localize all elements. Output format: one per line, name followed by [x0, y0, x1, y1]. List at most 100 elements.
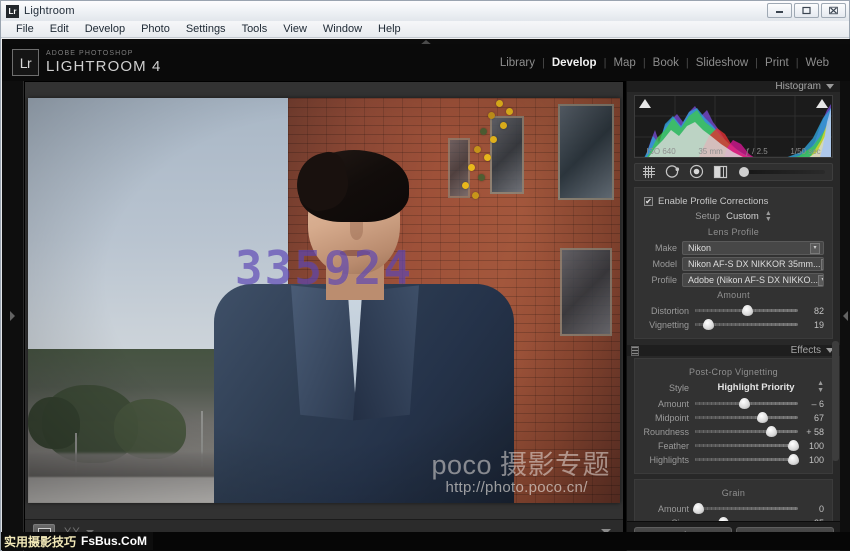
right-panel-collapse-toggle[interactable] — [840, 81, 850, 551]
setup-row[interactable]: Setup Custom ▲ ▼ — [635, 210, 832, 224]
image-content-area[interactable]: 335924 poco 摄影专题 http://photo.poco.cn/ — [25, 82, 623, 519]
close-button[interactable] — [821, 3, 846, 18]
vignette-amount-row: Amount – 6 — [635, 397, 832, 410]
crop-tool-icon[interactable] — [642, 165, 656, 179]
module-library[interactable]: Library — [493, 57, 542, 69]
vignetting-value[interactable]: 19 — [798, 320, 824, 330]
window-titlebar[interactable]: Lr Lightroom — [1, 1, 849, 21]
left-panel-collapse-toggle[interactable] — [2, 81, 24, 551]
vignette-roundness-value[interactable]: + 58 — [798, 427, 824, 437]
minimize-button[interactable] — [767, 3, 792, 18]
module-print[interactable]: Print — [758, 57, 796, 69]
slider-track — [695, 444, 798, 447]
vignette-highlights-slider[interactable] — [695, 454, 799, 465]
histogram-shutter: 1/50 sec — [790, 146, 821, 156]
distortion-value[interactable]: 82 — [798, 306, 824, 316]
distortion-knob[interactable] — [741, 305, 753, 317]
vignetting-label: Vignetting — [649, 319, 689, 330]
photo-preview[interactable]: 335924 poco 摄影专题 http://photo.poco.cn/ — [28, 98, 620, 503]
profile-dropdown[interactable]: Adobe (Nikon AF-S DX NIKKO... ▾ — [682, 273, 824, 288]
menu-item-view[interactable]: View — [276, 22, 314, 36]
chevron-down-icon[interactable]: ▾ — [820, 258, 823, 270]
effects-panel-title: Effects — [790, 345, 821, 357]
updown-arrows-icon[interactable]: ▲ ▼ — [765, 210, 772, 224]
vignette-feather-label: Feather — [657, 440, 689, 451]
distortion-slider[interactable] — [695, 305, 798, 317]
grain-amount-label: Amount — [657, 503, 689, 514]
vignette-feather-value[interactable]: 100 — [798, 441, 824, 451]
menu-item-tools[interactable]: Tools — [235, 22, 275, 36]
spot-removal-tool-icon[interactable] — [665, 164, 680, 179]
identity-plate[interactable]: Lr ADOBE PHOTOSHOP LIGHTROOM 4 — [12, 49, 161, 76]
profile-value: Adobe (Nikon AF-S DX NIKKO... — [688, 275, 819, 286]
vignette-amount-slider[interactable] — [695, 398, 798, 409]
module-map[interactable]: Map — [606, 57, 642, 69]
enable-profile-corrections-row[interactable]: ✔ Enable Profile Corrections — [635, 193, 832, 209]
lens-make-row: Make Nikon ▾ — [635, 241, 832, 256]
vignette-midpoint-knob[interactable] — [756, 412, 768, 423]
enable-profile-corrections-label: Enable Profile Corrections — [658, 195, 769, 207]
style-value[interactable]: Highlight Priority — [695, 382, 817, 393]
grain-amount-value[interactable]: 0 — [798, 504, 824, 514]
module-slideshow[interactable]: Slideshow — [689, 57, 755, 69]
chevron-down-icon[interactable]: ▾ — [818, 274, 823, 286]
menu-item-settings[interactable]: Settings — [179, 22, 233, 36]
enable-profile-corrections-checkbox[interactable]: ✔ — [644, 196, 653, 206]
vignette-amount-knob[interactable] — [739, 398, 751, 409]
vignette-midpoint-value[interactable]: 67 — [798, 413, 824, 423]
grain-amount-knob[interactable] — [693, 503, 705, 514]
menu-item-edit[interactable]: Edit — [43, 22, 76, 36]
lightroom-application: Lr ADOBE PHOTOSHOP LIGHTROOM 4 Library |… — [2, 39, 850, 551]
vignette-feather-knob[interactable] — [787, 440, 799, 451]
maximize-button[interactable] — [794, 3, 819, 18]
vignette-roundness-label: Roundness — [643, 426, 689, 437]
menu-item-window[interactable]: Window — [316, 22, 369, 36]
effects-section: Post-Crop Vignetting Style Highlight Pri… — [634, 358, 833, 474]
brush-size-knob[interactable] — [739, 166, 749, 177]
vignette-feather-slider[interactable] — [695, 440, 799, 451]
vignette-highlights-value[interactable]: 100 — [798, 455, 824, 465]
histogram-graph[interactable]: ISO 640 35 mm ƒ / 2.5 1/50 sec — [634, 95, 833, 158]
menu-item-file[interactable]: File — [9, 22, 41, 36]
vignette-style-row[interactable]: Style Highlight Priority ▲ ▼ — [635, 381, 832, 394]
make-dropdown[interactable]: Nikon ▾ — [682, 241, 824, 256]
right-panel-scrollbar[interactable] — [832, 341, 839, 461]
effects-panel-header[interactable]: Effects — [627, 345, 840, 357]
window-title: Lightroom — [24, 5, 75, 17]
vignette-roundness-slider[interactable] — [695, 426, 798, 437]
menu-item-photo[interactable]: Photo — [134, 22, 177, 36]
highlight-clipping-indicator-icon[interactable] — [816, 99, 828, 109]
brush-size-slider[interactable] — [739, 166, 825, 177]
module-book[interactable]: Book — [646, 57, 686, 69]
module-develop[interactable]: Develop — [545, 57, 604, 69]
updown-arrows-icon[interactable]: ▲ ▼ — [817, 381, 824, 394]
vignette-roundness-knob[interactable] — [766, 426, 778, 437]
vignetting-slider[interactable] — [695, 319, 798, 331]
shadow-clipping-indicator-icon[interactable] — [639, 99, 651, 109]
vignette-amount-value[interactable]: – 6 — [798, 399, 824, 409]
model-dropdown[interactable]: Nikon AF-S DX NIKKOR 35mm... ▾ — [682, 257, 824, 272]
histogram-panel-header[interactable]: Histogram — [627, 81, 840, 93]
menu-item-help[interactable]: Help — [371, 22, 408, 36]
center-column: 335924 poco 摄影专题 http://photo.poco.cn/ Y… — [24, 81, 626, 551]
grain-amount-slider[interactable] — [693, 503, 798, 514]
module-picker: Library | Develop | Map | Book | Slidesh… — [493, 57, 836, 69]
chevron-down-icon[interactable] — [826, 84, 834, 90]
setup-value[interactable]: Custom — [726, 211, 759, 222]
vignette-highlights-knob[interactable] — [787, 454, 799, 465]
vignette-midpoint-label: Midpoint — [654, 412, 689, 423]
vignette-roundness-row: Roundness + 58 — [635, 425, 832, 438]
red-eye-tool-icon[interactable] — [689, 164, 704, 179]
vignette-midpoint-slider[interactable] — [695, 412, 798, 423]
lens-profile-row: Profile Adobe (Nikon AF-S DX NIKKO... ▾ — [635, 273, 832, 288]
menu-item-develop[interactable]: Develop — [78, 22, 132, 36]
chevron-down-icon[interactable]: ▾ — [810, 242, 820, 254]
vignette-feather-row: Feather 100 — [635, 439, 832, 452]
panel-switch-icon[interactable] — [631, 345, 639, 356]
graduated-filter-tool-icon[interactable] — [713, 165, 728, 179]
watermark-chinese-text: 实用摄影技巧 — [4, 534, 77, 549]
module-web[interactable]: Web — [799, 57, 836, 69]
style-label: Style — [668, 382, 689, 393]
vignetting-knob[interactable] — [703, 319, 715, 331]
histogram-iso: ISO 640 — [646, 146, 676, 156]
